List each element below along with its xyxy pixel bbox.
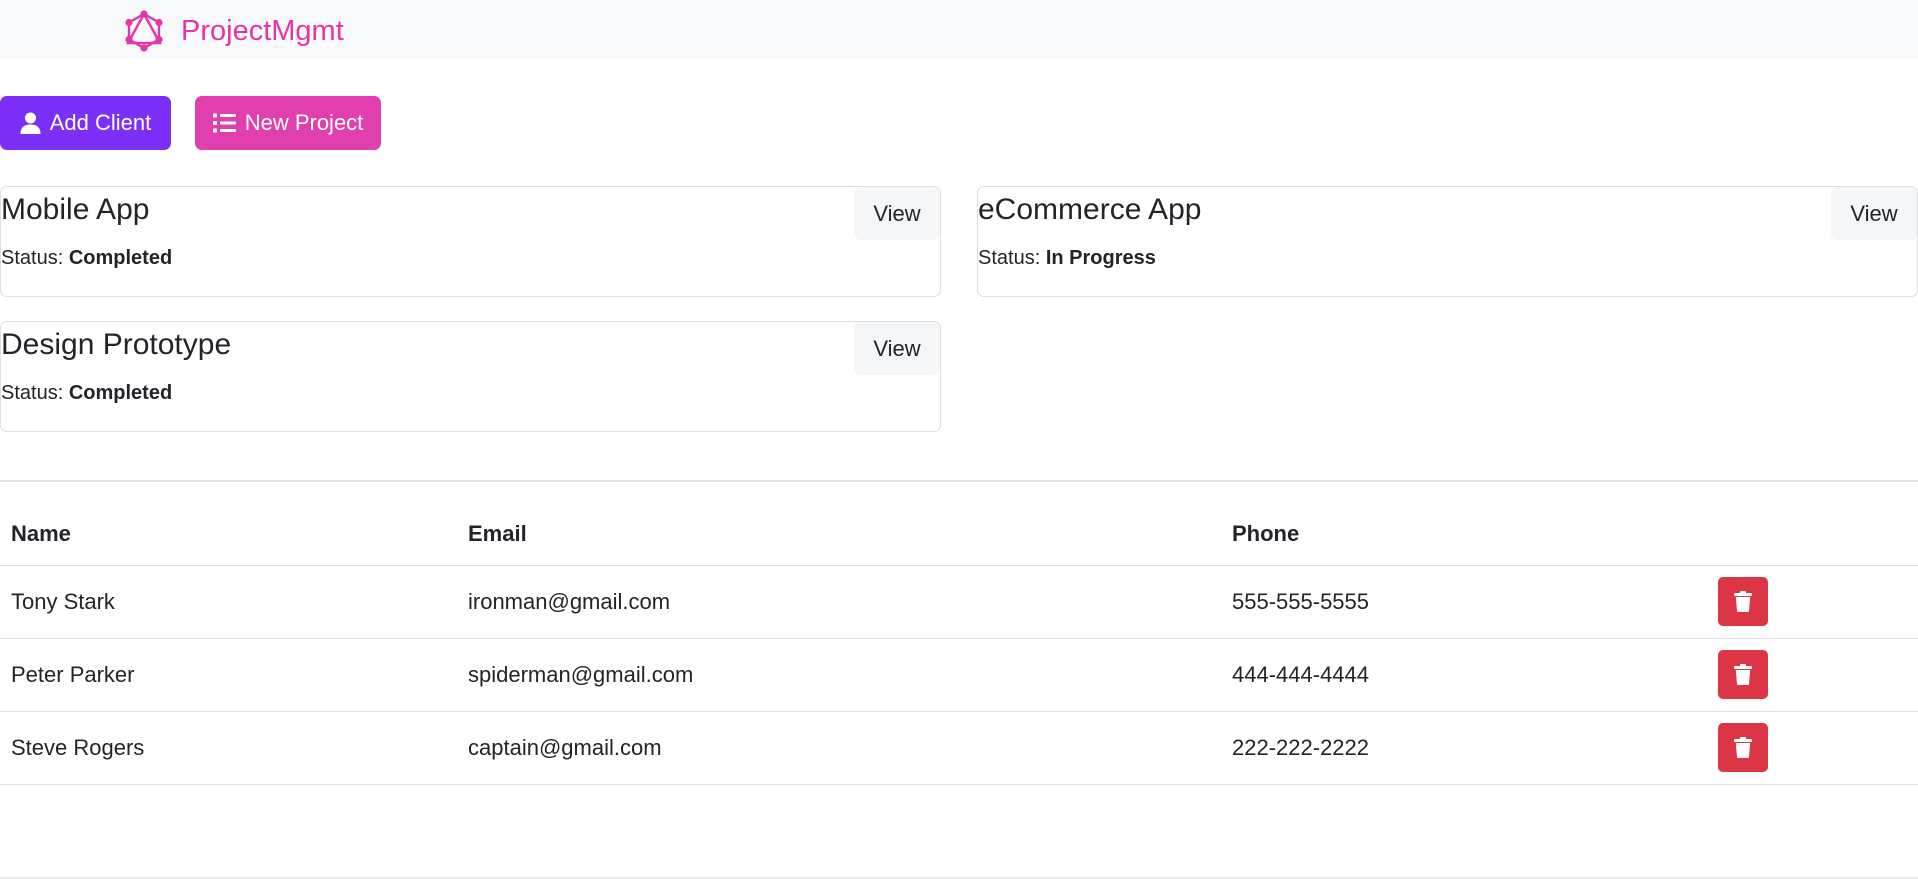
navbar: ProjectMgmt bbox=[0, 0, 1918, 59]
delete-client-button[interactable] bbox=[1718, 577, 1768, 626]
status-value: Completed bbox=[68, 247, 173, 269]
client-name: Peter Parker bbox=[0, 638, 457, 712]
phone-column-header: Phone bbox=[1221, 504, 1713, 566]
trash-icon bbox=[1734, 664, 1752, 685]
client-name: Steve Rogers bbox=[0, 711, 457, 785]
client-name: Tony Stark bbox=[0, 565, 457, 639]
actions-column-header bbox=[1713, 504, 1918, 566]
table-header-row: Name Email Phone bbox=[0, 504, 1918, 566]
client-phone: 555-555-5555 bbox=[1221, 565, 1713, 639]
table-row: Tony Stark ironman@gmail.com 555-555-555… bbox=[0, 565, 1918, 639]
add-client-button[interactable]: Add Client bbox=[0, 96, 171, 150]
trash-icon bbox=[1734, 737, 1752, 758]
table-row: Peter Parker spiderman@gmail.com 444-444… bbox=[0, 638, 1918, 712]
view-project-button[interactable]: View bbox=[854, 322, 940, 375]
client-actions bbox=[1713, 638, 1918, 712]
project-card: eCommerce App Status: In Progress View bbox=[977, 186, 1918, 297]
status-label: Status: bbox=[978, 247, 1041, 269]
delete-client-button[interactable] bbox=[1718, 650, 1768, 699]
project-title: Design Prototype bbox=[1, 328, 232, 361]
status-value: Completed bbox=[68, 382, 173, 404]
client-phone: 444-444-4444 bbox=[1221, 638, 1713, 712]
project-card: Design Prototype Status: Completed View bbox=[0, 321, 941, 432]
trash-icon bbox=[1734, 591, 1752, 612]
project-status: Status: In Progress bbox=[978, 247, 1156, 270]
client-email: captain@gmail.com bbox=[457, 711, 1221, 785]
email-column-header: Email bbox=[457, 504, 1221, 566]
add-client-label: Add Client bbox=[49, 110, 152, 135]
status-label: Status: bbox=[1, 247, 64, 269]
status-label: Status: bbox=[1, 382, 64, 404]
project-title: eCommerce App bbox=[978, 193, 1202, 226]
project-status: Status: Completed bbox=[1, 247, 172, 270]
client-email: spiderman@gmail.com bbox=[457, 638, 1221, 712]
table-row: Steve Rogers captain@gmail.com 222-222-2… bbox=[0, 711, 1918, 785]
client-phone: 222-222-2222 bbox=[1221, 711, 1713, 785]
user-icon bbox=[20, 112, 41, 134]
client-email: ironman@gmail.com bbox=[457, 565, 1221, 639]
view-project-button[interactable]: View bbox=[854, 187, 940, 240]
brand-link[interactable]: ProjectMgmt bbox=[122, 8, 344, 54]
clients-table: Name Email Phone Tony Stark ironman@gmai… bbox=[0, 504, 1918, 785]
status-value: In Progress bbox=[1045, 247, 1156, 269]
new-project-label: New Project bbox=[244, 110, 364, 135]
section-divider bbox=[0, 480, 1918, 482]
delete-client-button[interactable] bbox=[1718, 723, 1768, 772]
list-icon bbox=[212, 113, 236, 133]
project-card: Mobile App Status: Completed View bbox=[0, 186, 941, 297]
brand-name: ProjectMgmt bbox=[181, 14, 344, 47]
name-column-header: Name bbox=[0, 504, 457, 566]
view-project-button[interactable]: View bbox=[1831, 187, 1917, 240]
client-actions bbox=[1713, 711, 1918, 785]
project-status: Status: Completed bbox=[1, 382, 172, 405]
project-title: Mobile App bbox=[1, 193, 150, 226]
new-project-button[interactable]: New Project bbox=[195, 96, 381, 150]
graphql-logo-icon bbox=[125, 10, 163, 52]
client-actions bbox=[1713, 565, 1918, 639]
